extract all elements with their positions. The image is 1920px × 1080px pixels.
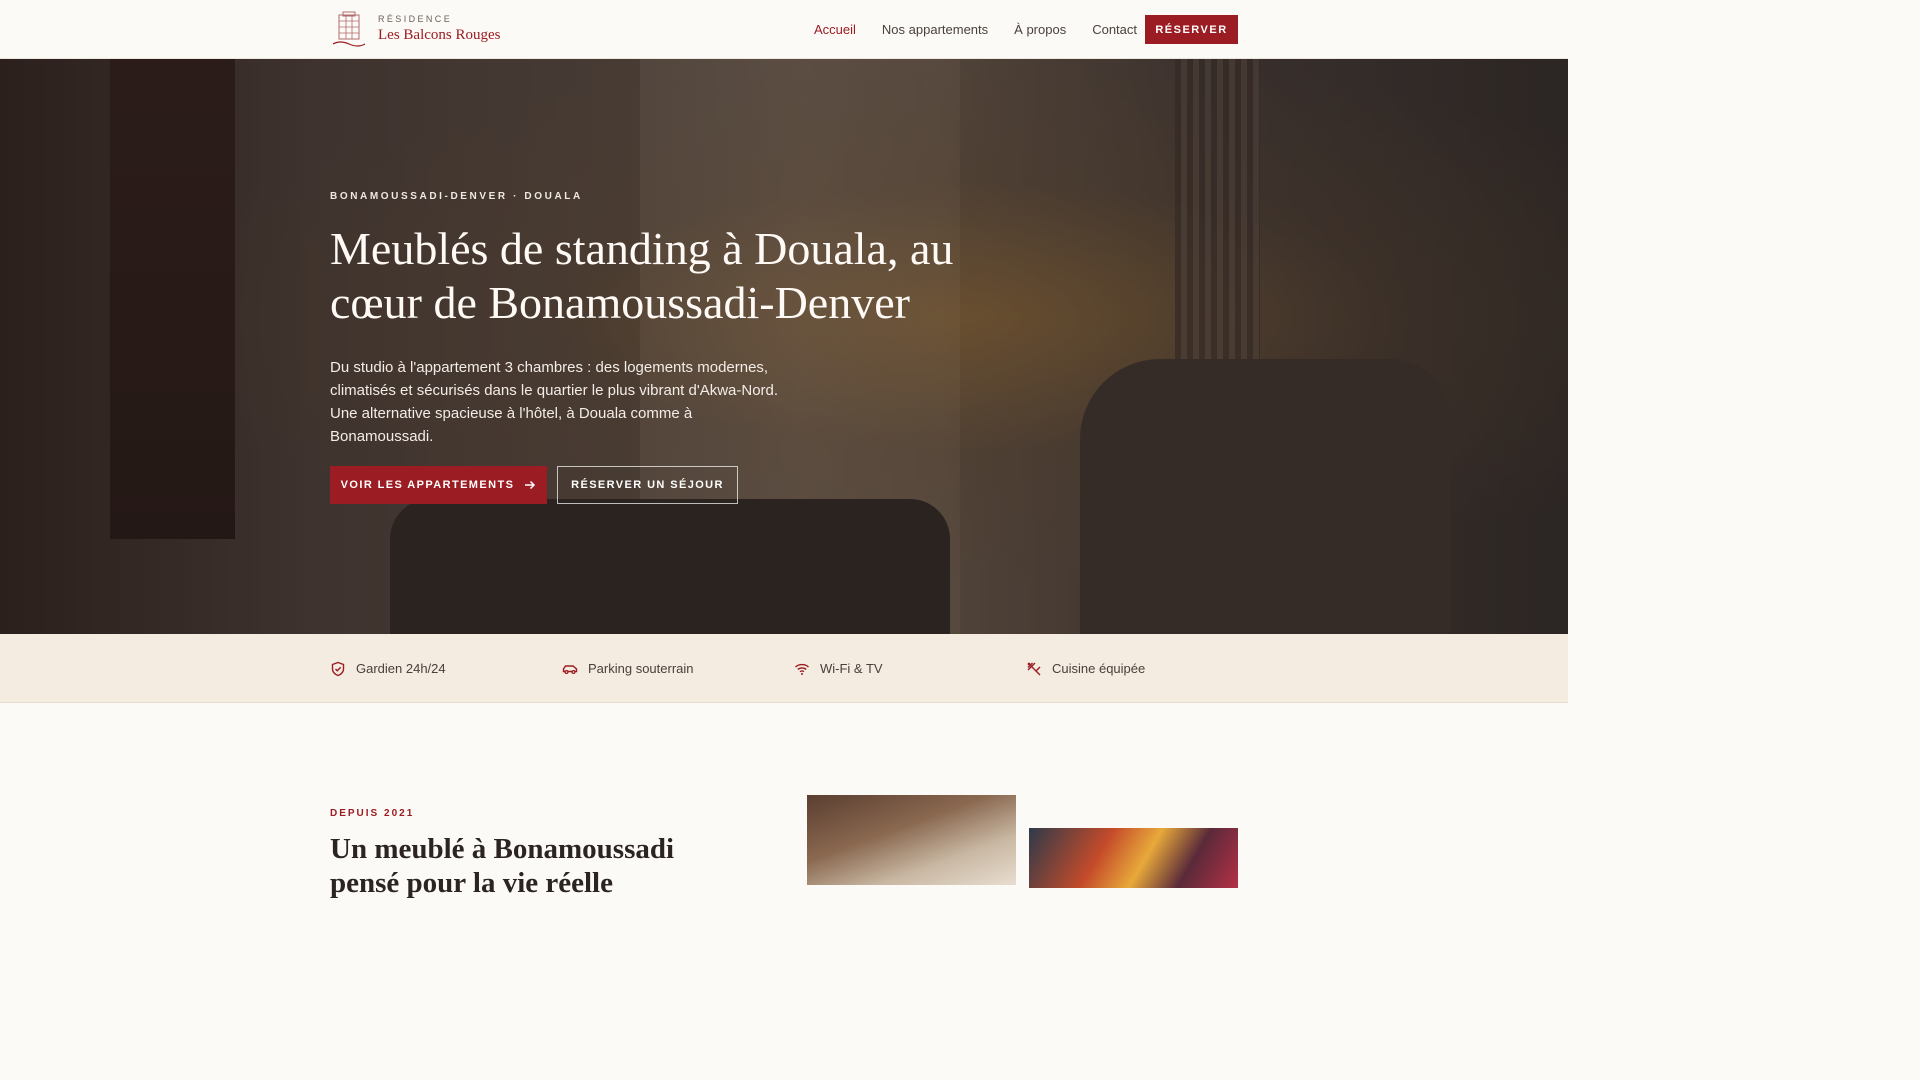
logo[interactable]: RÉSIDENCE Les Balcons Rouges	[330, 10, 500, 48]
feature-label: Parking souterrain	[588, 661, 694, 676]
nav-item-contact[interactable]: Contact	[1092, 22, 1137, 37]
apartment-kitchen-photo	[807, 795, 1016, 885]
about-eyebrow: DEPUIS 2021	[330, 808, 415, 819]
logo-name: Les Balcons Rouges	[378, 27, 501, 43]
nav-item-a-propos[interactable]: À propos	[1014, 22, 1066, 37]
utensils-icon	[1027, 662, 1041, 675]
feature-kitchen: Cuisine équipée	[1026, 634, 1145, 703]
logo-eyebrow: RÉSIDENCE	[378, 14, 453, 24]
hero-eyebrow: BONAMOUSSADI-DENVER · DOUALA	[330, 191, 583, 202]
feature-parking: Parking souterrain	[562, 634, 694, 703]
feature-label: Wi-Fi & TV	[820, 661, 883, 676]
feature-label: Gardien 24h/24	[356, 661, 446, 676]
view-apartments-label: VOIR LES APPARTEMENTS	[340, 479, 515, 491]
logo-building-icon	[330, 10, 368, 48]
feature-label: Cuisine équipée	[1052, 661, 1146, 676]
about-title: Un meublé à Bonamoussadi pensé pour la v…	[330, 833, 675, 899]
reserve-button[interactable]: RÉSERVER	[1145, 15, 1238, 44]
nav-item-accueil[interactable]: Accueil	[814, 22, 856, 37]
view-apartments-button[interactable]: VOIR LES APPARTEMENTS	[330, 466, 547, 504]
car-icon	[562, 664, 578, 674]
apartment-painting-photo	[1029, 828, 1238, 888]
nav-item-appartements[interactable]: Nos appartements	[882, 22, 988, 37]
arrow-right-icon	[525, 480, 536, 490]
hero-subtitle: Du studio à l'appartement 3 chambres : d…	[330, 359, 779, 445]
main-nav: Accueil Nos appartements À propos Contac…	[814, 0, 1137, 59]
feature-wifi: Wi-Fi & TV	[794, 634, 883, 703]
site-header: RÉSIDENCE Les Balcons Rouges Accueil Nos…	[0, 0, 1568, 59]
hero-title: Meublés de standing à Douala, au cœur de…	[330, 223, 954, 328]
features-bar: Gardien 24h/24 Parking souterrain Wi-Fi …	[0, 634, 1568, 703]
shield-icon	[331, 661, 345, 676]
book-stay-button[interactable]: RÉSERVER UN SÉJOUR	[557, 466, 738, 504]
feature-guard: Gardien 24h/24	[330, 634, 446, 703]
hero-section: BONAMOUSSADI-DENVER · DOUALA Meublés de …	[0, 59, 1568, 634]
wifi-icon	[795, 663, 809, 675]
